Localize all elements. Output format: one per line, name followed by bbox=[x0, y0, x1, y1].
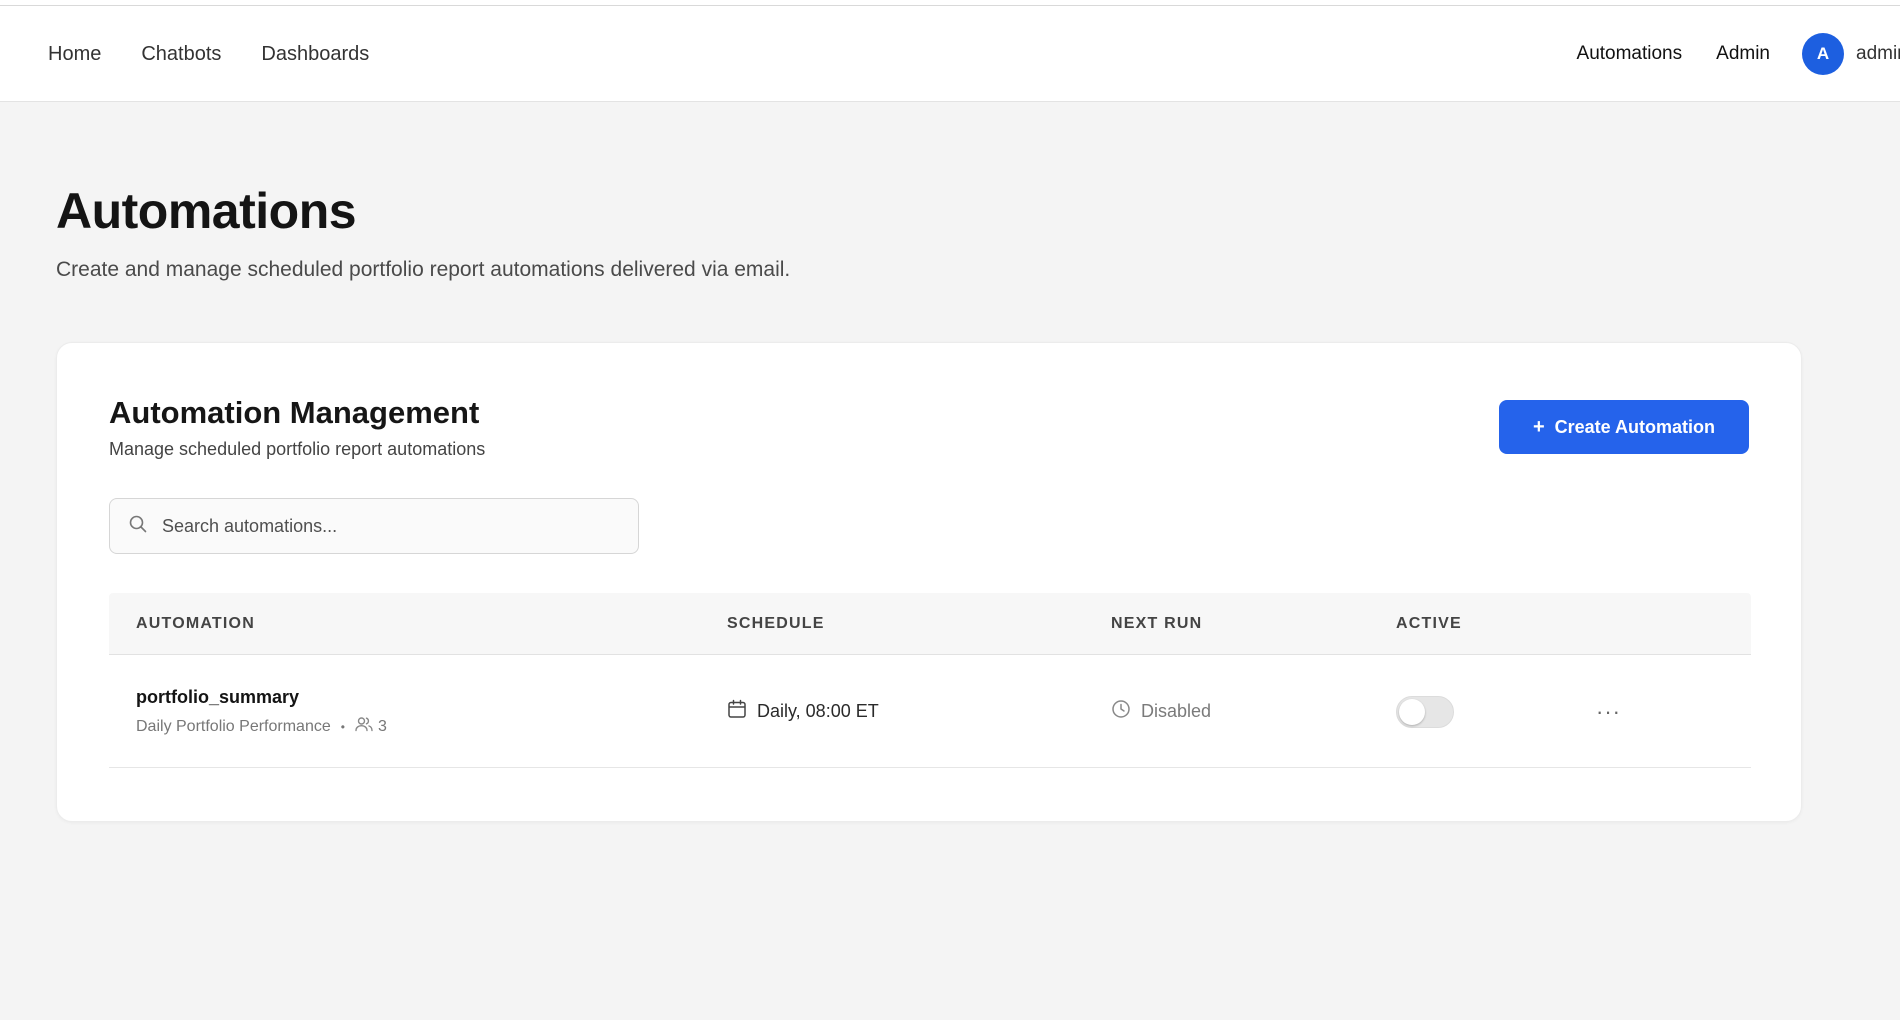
plus-icon: + bbox=[1532, 415, 1545, 438]
automation-description: Daily Portfolio Performance bbox=[136, 717, 331, 735]
active-cell bbox=[1396, 655, 1454, 768]
automation-meta: Daily Portfolio Performance • 3 bbox=[136, 716, 387, 737]
search-input[interactable] bbox=[162, 515, 622, 537]
header-active[interactable]: ACTIVE bbox=[1396, 593, 1462, 655]
header-automation[interactable]: AUTOMATION bbox=[136, 593, 255, 655]
actions-cell: ··· bbox=[1596, 655, 1621, 768]
user-name[interactable]: admin bbox=[1856, 43, 1900, 65]
users-icon bbox=[355, 716, 373, 737]
automations-table: AUTOMATION SCHEDULE NEXT RUN ACTIVE port… bbox=[109, 593, 1751, 768]
schedule-text: Daily, 08:00 ET bbox=[757, 701, 879, 721]
automation-name[interactable]: portfolio_summary bbox=[136, 687, 299, 708]
header-next-run[interactable]: NEXT RUN bbox=[1111, 593, 1202, 655]
header-schedule[interactable]: SCHEDULE bbox=[727, 593, 825, 655]
nav-dashboards-link[interactable]: Dashboards bbox=[261, 43, 369, 66]
card-subtitle: Manage scheduled portfolio report automa… bbox=[109, 439, 486, 459]
active-toggle[interactable] bbox=[1396, 695, 1454, 728]
nav-automations-link[interactable]: Automations bbox=[1577, 43, 1683, 65]
table-header: AUTOMATION SCHEDULE NEXT RUN ACTIVE bbox=[109, 593, 1751, 655]
create-automation-label: Create Automation bbox=[1554, 416, 1716, 437]
page-subtitle: Create and manage scheduled portfolio re… bbox=[56, 258, 791, 281]
nav-left-group: Home Chatbots Dashboards bbox=[48, 6, 369, 102]
table-row[interactable]: portfolio_summary Daily Portfolio Perfor… bbox=[109, 655, 1751, 768]
search-icon bbox=[128, 514, 148, 539]
avatar[interactable]: A bbox=[1802, 33, 1844, 75]
nav-admin-link[interactable]: Admin bbox=[1716, 43, 1770, 65]
schedule-cell: Daily, 08:00 ET bbox=[727, 655, 879, 768]
nav-right-group: Automations Admin A admin bbox=[1577, 6, 1900, 102]
next-run-text: Disabled bbox=[1141, 701, 1212, 721]
recipient-count: 3 bbox=[377, 717, 387, 735]
toggle-knob bbox=[1399, 698, 1425, 725]
create-automation-button[interactable]: + Create Automation bbox=[1499, 400, 1749, 454]
nav-home-link[interactable]: Home bbox=[48, 43, 101, 66]
next-run-cell: Disabled bbox=[1111, 655, 1211, 768]
top-navbar: Home Chatbots Dashboards Automations Adm… bbox=[0, 6, 1900, 102]
nav-chatbots-link[interactable]: Chatbots bbox=[141, 43, 221, 66]
search-box[interactable] bbox=[109, 498, 639, 554]
card-title: Automation Management bbox=[109, 395, 480, 430]
separator-dot: • bbox=[340, 719, 345, 734]
calendar-icon bbox=[727, 699, 747, 724]
more-options-icon[interactable]: ··· bbox=[1596, 699, 1621, 725]
automation-management-card: Automation Management Manage scheduled p… bbox=[56, 342, 1802, 822]
clock-icon bbox=[1111, 699, 1131, 724]
page-title: Automations bbox=[56, 183, 357, 239]
